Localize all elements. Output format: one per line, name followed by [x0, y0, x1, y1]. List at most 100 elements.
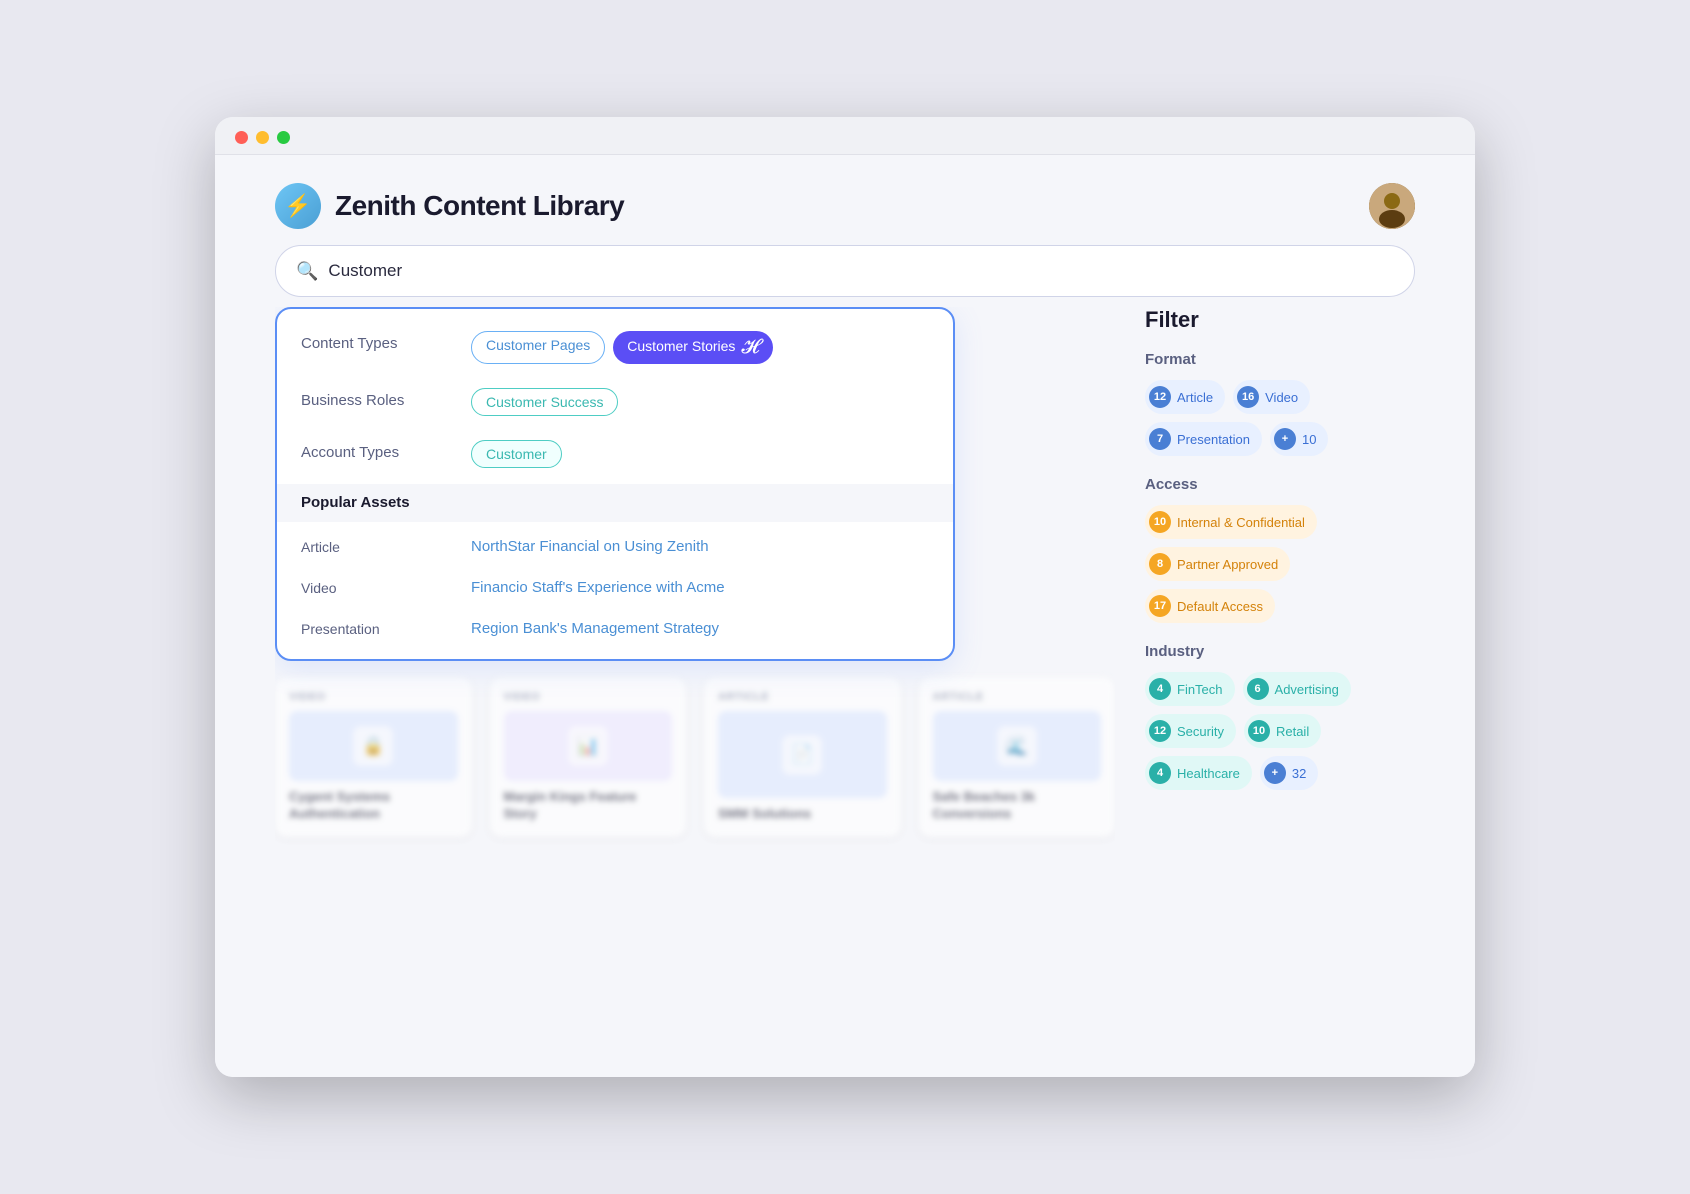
account-types-row: Account Types Customer [277, 428, 953, 480]
badge-format-more-count: + [1274, 428, 1296, 450]
badge-article[interactable]: 12 Article [1145, 380, 1225, 414]
card-4-icon: 🌊 [997, 726, 1037, 766]
filter-access-tags: 10 Internal & Confidential 8 Partner App… [1145, 505, 1415, 623]
tag-customer-success[interactable]: Customer Success [471, 388, 618, 416]
autocomplete-dropdown: Content Types Customer Pages Customer St… [275, 307, 955, 661]
badge-default-access[interactable]: 17 Default Access [1145, 589, 1275, 623]
badge-security[interactable]: 12 Security [1145, 714, 1236, 748]
badge-video-count: 16 [1237, 386, 1259, 408]
card-3-thumb: 📄 [718, 711, 887, 798]
cards-grid: VIDEO 🔒 Cygent Systems Authentication VI… [275, 677, 1115, 837]
badge-fintech[interactable]: 4 FinTech [1145, 672, 1235, 706]
search-bar: 🔍 [275, 245, 1415, 297]
asset-type-presentation: Presentation [301, 621, 441, 637]
badge-partner[interactable]: 8 Partner Approved [1145, 547, 1290, 581]
badge-industry-more[interactable]: + 32 [1260, 756, 1318, 790]
asset-link-video[interactable]: Financio Staff's Experience with Acme [471, 579, 725, 596]
content-types-label: Content Types [301, 331, 441, 352]
badge-partner-count: 8 [1149, 553, 1171, 575]
titlebar [215, 117, 1475, 155]
badge-healthcare[interactable]: 4 Healthcare [1145, 756, 1252, 790]
account-types-label: Account Types [301, 440, 441, 461]
badge-healthcare-count: 4 [1149, 762, 1171, 784]
asset-row-video: Video Financio Staff's Experience with A… [277, 567, 953, 608]
badge-advertising[interactable]: 6 Advertising [1243, 672, 1351, 706]
badge-presentation[interactable]: 7 Presentation [1145, 422, 1262, 456]
badge-security-count: 12 [1149, 720, 1171, 742]
filter-format-label: Format [1145, 351, 1415, 368]
card-4: ARTICLE 🌊 Safe Beaches 3k Conversions [919, 677, 1116, 837]
asset-row-article: Article NorthStar Financial on Using Zen… [277, 526, 953, 567]
badge-retail[interactable]: 10 Retail [1244, 714, 1321, 748]
minimize-button[interactable] [256, 131, 269, 144]
app-window: ⚡ Zenith Content Library 🔍 [215, 117, 1475, 1077]
asset-link-article[interactable]: NorthStar Financial on Using Zenith [471, 538, 709, 555]
badge-advertising-label: Advertising [1275, 682, 1339, 697]
asset-type-video: Video [301, 580, 441, 596]
lightning-icon: ⚡ [284, 193, 311, 219]
card-1-type: VIDEO [289, 691, 458, 703]
header: ⚡ Zenith Content Library [215, 155, 1475, 245]
business-roles-label: Business Roles [301, 388, 441, 409]
card-4-type: ARTICLE [933, 691, 1102, 703]
badge-default-access-count: 17 [1149, 595, 1171, 617]
search-input[interactable] [328, 261, 1394, 281]
tag-customer-stories[interactable]: Customer Stories 𝓗 [613, 331, 773, 364]
content-types-tags: Customer Pages Customer Stories 𝓗 [471, 331, 773, 364]
filter-industry-tags: 4 FinTech 6 Advertising 12 Security 10 [1145, 672, 1415, 790]
badge-format-more[interactable]: + 10 [1270, 422, 1328, 456]
filter-access-label: Access [1145, 476, 1415, 493]
badge-video-label: Video [1265, 390, 1298, 405]
card-2-thumb: 📊 [504, 711, 673, 781]
card-1-icon: 🔒 [353, 726, 393, 766]
popular-assets-divider: Popular Assets [277, 484, 953, 522]
asset-type-article: Article [301, 539, 441, 555]
maximize-button[interactable] [277, 131, 290, 144]
badge-partner-label: Partner Approved [1177, 557, 1278, 572]
content-area: Content Types Customer Pages Customer St… [275, 307, 1115, 1057]
badge-default-access-label: Default Access [1177, 599, 1263, 614]
badge-internal[interactable]: 10 Internal & Confidential [1145, 505, 1317, 539]
tag-customer[interactable]: Customer [471, 440, 562, 468]
logo-area: ⚡ Zenith Content Library [275, 183, 624, 229]
badge-retail-label: Retail [1276, 724, 1309, 739]
card-1: VIDEO 🔒 Cygent Systems Authentication [275, 677, 472, 837]
search-icon: 🔍 [296, 261, 318, 282]
card-3-title: SMM Solutions [718, 806, 887, 823]
card-2-title: Margin Kings Feature Story [504, 789, 673, 823]
badge-format-more-label: 10 [1302, 432, 1316, 447]
filter-access-section: Access 10 Internal & Confidential 8 Part… [1145, 476, 1415, 623]
badge-fintech-count: 4 [1149, 678, 1171, 700]
app-content: ⚡ Zenith Content Library 🔍 [215, 155, 1475, 1077]
filter-industry-label: Industry [1145, 643, 1415, 660]
content-types-row: Content Types Customer Pages Customer St… [277, 319, 953, 376]
business-roles-tags: Customer Success [471, 388, 618, 416]
card-4-title: Safe Beaches 3k Conversions [933, 789, 1102, 823]
card-1-title: Cygent Systems Authentication [289, 789, 458, 823]
badge-internal-count: 10 [1149, 511, 1171, 533]
avatar[interactable] [1369, 183, 1415, 229]
card-4-thumb: 🌊 [933, 711, 1102, 781]
card-2: VIDEO 📊 Margin Kings Feature Story [490, 677, 687, 837]
badge-retail-count: 10 [1248, 720, 1270, 742]
badge-video[interactable]: 16 Video [1233, 380, 1310, 414]
logo-icon: ⚡ [275, 183, 321, 229]
filter-industry-section: Industry 4 FinTech 6 Advertising 12 Secu [1145, 643, 1415, 790]
card-3-icon: 📄 [782, 735, 822, 775]
asset-link-presentation[interactable]: Region Bank's Management Strategy [471, 620, 719, 637]
badge-presentation-label: Presentation [1177, 432, 1250, 447]
business-roles-row: Business Roles Customer Success [277, 376, 953, 428]
search-bar-container: 🔍 [215, 245, 1475, 307]
card-3-type: ARTICLE [718, 691, 887, 703]
badge-article-label: Article [1177, 390, 1213, 405]
badge-healthcare-label: Healthcare [1177, 766, 1240, 781]
card-3: ARTICLE 📄 SMM Solutions [704, 677, 901, 837]
close-button[interactable] [235, 131, 248, 144]
main-area: Content Types Customer Pages Customer St… [215, 307, 1475, 1077]
tag-customer-pages[interactable]: Customer Pages [471, 331, 605, 364]
badge-advertising-count: 6 [1247, 678, 1269, 700]
app-title: Zenith Content Library [335, 190, 624, 222]
filter-format-tags: 12 Article 16 Video 7 Presentation + [1145, 380, 1415, 456]
popular-assets-label: Popular Assets [301, 494, 410, 511]
card-2-type: VIDEO [504, 691, 673, 703]
